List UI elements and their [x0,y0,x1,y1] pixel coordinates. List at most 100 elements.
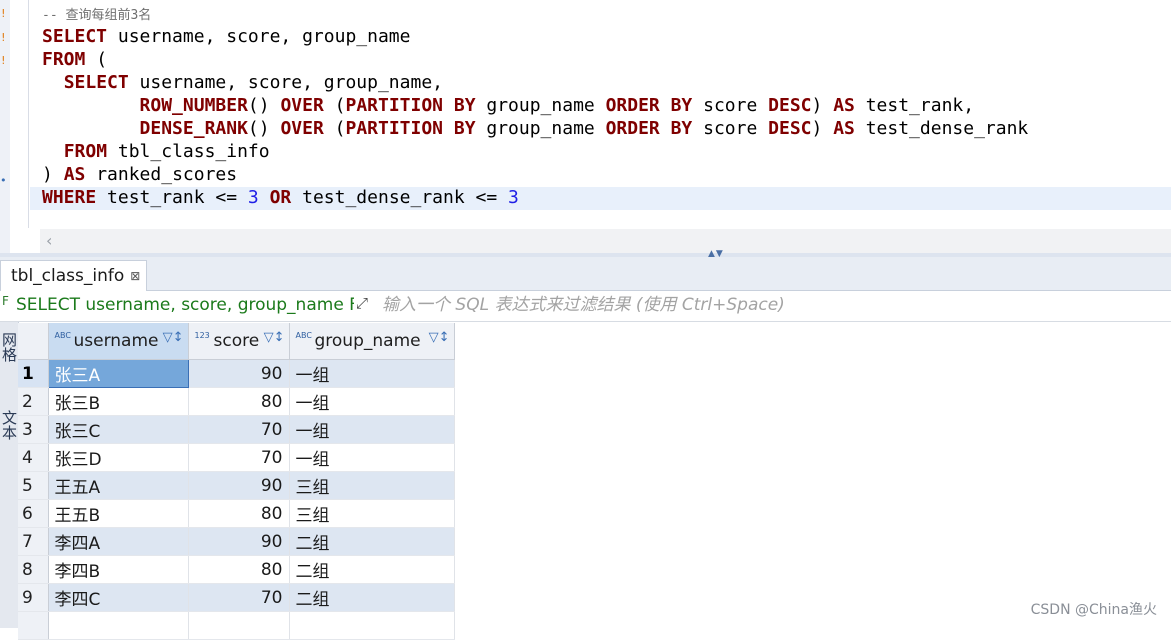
cell-score[interactable]: 80 [188,387,290,416]
column-header-score[interactable]: 123 score ▽↕ [188,323,290,360]
row-number[interactable]: 7 [18,527,49,556]
cell-username[interactable]: 李四B [48,555,189,584]
sql-keyword: FROM [63,141,108,162]
warning-marker-icon: ! [0,31,7,44]
cell-group_name[interactable]: 一组 [289,443,455,472]
empty-cell [18,611,49,640]
code-line[interactable]: SELECT username, score, group_name, [42,72,443,95]
table-row[interactable]: 1 张三A 90 一组 [18,359,455,388]
cell-username[interactable]: 王五A [48,471,189,500]
cell-score[interactable]: 90 [188,471,290,500]
empty-row [18,611,455,640]
grid-body: 1 张三A 90 一组 2 张三B 80 一组 3 张三C 70 一组 4 张三D 70 一组 5 王五A 90 三组… [18,359,455,640]
tab-results[interactable]: tbl_class_info ⊠ [0,260,148,291]
column-type-icon: ABC [295,331,312,340]
column-header-username[interactable]: ABC username ▽↕ [48,323,189,360]
empty-cell [188,611,290,640]
view-switcher-panel: 网格 文本 [0,322,19,628]
row-number[interactable]: 1 [18,359,49,388]
row-number[interactable]: 9 [18,583,49,612]
table-row[interactable]: 6 王五B 80 三组 [18,499,455,528]
result-grid: ABC username ▽↕ 123 score ▽↕ ABC group_name ▽↕ 1… [18,323,455,640]
table-row[interactable]: 3 张三C 70 一组 [18,415,455,444]
cell-group_name[interactable]: 三组 [289,471,455,500]
sql-keyword: PARTITION BY [345,118,476,139]
cell-group_name[interactable]: 二组 [289,527,455,556]
expand-icon[interactable]: ⤢ [356,294,368,312]
sql-text: test_dense_rank [854,118,1029,139]
sql-keyword: SELECT [42,26,108,47]
sql-text: ranked_scores [85,164,238,185]
sql-keyword: OVER [280,95,324,116]
cell-username[interactable]: 李四C [48,583,189,612]
row-number[interactable]: 5 [18,471,49,500]
cell-group_name[interactable]: 三组 [289,499,455,528]
sql-filter-icon: F [2,294,9,308]
grid-corner[interactable] [18,323,49,360]
cell-score[interactable]: 70 [188,415,290,444]
cell-username[interactable]: 张三D [48,443,189,472]
filter-input[interactable] [380,293,1164,317]
cell-username[interactable]: 王五B [48,499,189,528]
code-line[interactable]: FROM tbl_class_info [42,141,270,164]
row-number[interactable]: 3 [18,415,49,444]
code-line[interactable]: ) AS ranked_scores [42,164,237,187]
current-code-line[interactable]: WHERE test_rank <= 3 OR test_dense_rank … [30,187,1171,210]
scroll-left-icon[interactable]: ‹ [46,231,52,250]
table-row[interactable]: 4 张三D 70 一组 [18,443,455,472]
column-label: group_name [314,331,421,351]
sql-editor[interactable]: -- 查询每组前3名 SELECT username, score, group… [30,0,1171,255]
table-row[interactable]: 7 李四A 90 二组 [18,527,455,556]
cell-score[interactable]: 70 [188,443,290,472]
filter-bar: F SELECT username, score, group_name F ⤢ [0,291,1171,322]
table-row[interactable]: 8 李四B 80 二组 [18,555,455,584]
filter-sort-icon[interactable]: ▽↕ [429,330,450,345]
sql-text: group_name [475,95,606,116]
cell-group_name[interactable]: 二组 [289,583,455,612]
cell-group_name[interactable]: 一组 [289,359,455,388]
sql-number: 3 [508,187,519,208]
column-header-group_name[interactable]: ABC group_name ▽↕ [289,323,455,360]
cell-group_name[interactable]: 一组 [289,415,455,444]
table-row[interactable]: 2 张三B 80 一组 [18,387,455,416]
row-number[interactable]: 2 [18,387,49,416]
cell-group_name[interactable]: 二组 [289,555,455,584]
editor-horizontal-scrollbar[interactable]: ‹ [40,229,1171,253]
info-marker-icon: • [0,174,7,187]
tab-text[interactable]: 文本 [0,410,18,440]
cell-username[interactable]: 张三A [47,359,189,388]
row-number[interactable]: 8 [18,555,49,584]
table-row[interactable]: 9 李四C 70 二组 [18,583,455,612]
code-line[interactable]: FROM ( [42,49,107,72]
close-icon[interactable]: ⊠ [130,269,140,283]
cell-username[interactable]: 张三C [48,415,189,444]
cell-score[interactable]: 90 [188,527,290,556]
code-line[interactable]: DENSE_RANK() OVER (PARTITION BY group_na… [42,118,1029,141]
row-number[interactable]: 6 [18,499,49,528]
code-line[interactable]: SELECT username, score, group_name [42,26,410,49]
sql-text: ) [811,95,834,116]
query-preview[interactable]: SELECT username, score, group_name F [16,295,354,315]
cell-group_name[interactable]: 一组 [289,387,455,416]
sql-keyword: FROM [42,49,86,70]
sql-text: ( [85,49,108,70]
cell-score[interactable]: 90 [188,359,290,388]
row-number[interactable]: 4 [18,443,49,472]
filter-sort-icon[interactable]: ▽↕ [163,330,184,345]
cell-score[interactable]: 80 [188,499,290,528]
cell-score[interactable]: 80 [188,555,290,584]
cell-username[interactable]: 张三B [48,387,189,416]
sql-keyword: AS [833,118,855,139]
filter-sort-icon[interactable]: ▽↕ [264,330,285,345]
code-line[interactable]: ROW_NUMBER() OVER (PARTITION BY group_na… [42,95,975,118]
sql-text: username, score, group_name [107,26,411,47]
tab-grid[interactable]: 网格 [0,332,18,362]
sql-text: score [692,118,769,139]
table-row[interactable]: 5 王五A 90 三组 [18,471,455,500]
cell-username[interactable]: 李四A [48,527,189,556]
cell-score[interactable]: 70 [188,583,290,612]
sql-text: test_rank, [854,95,975,116]
sql-text: () [247,95,281,116]
sql-keyword: ORDER BY [605,95,693,116]
